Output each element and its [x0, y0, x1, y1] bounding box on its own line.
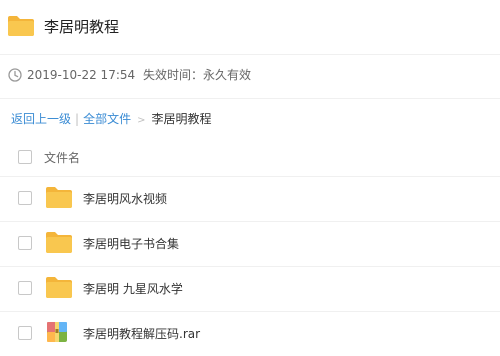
share-header: 李居明教程 — [0, 0, 500, 55]
file-row[interactable]: 李居明风水视频 — [0, 177, 500, 222]
breadcrumb-current: 李居明教程 — [151, 112, 212, 126]
row-checkbox[interactable] — [18, 326, 32, 340]
file-name[interactable]: 李居明电子书合集 — [83, 236, 179, 252]
breadcrumb: 返回上一级 | 全部文件 > 李居明教程 — [11, 111, 211, 129]
file-name[interactable]: 李居明教程解压码.rar — [83, 326, 200, 342]
row-checkbox[interactable] — [18, 281, 32, 295]
row-checkbox[interactable] — [18, 236, 32, 250]
file-list-header: 文件名 — [0, 138, 500, 177]
breadcrumb-arrow: > — [137, 115, 146, 126]
file-row[interactable]: 李居明电子书合集 — [0, 222, 500, 267]
file-row[interactable]: 李居明 九星风水学 — [0, 267, 500, 312]
expire-time: 失效时间：永久有效 — [143, 68, 252, 82]
archive-icon — [45, 320, 69, 348]
clock-icon — [8, 67, 22, 86]
column-header-name[interactable]: 文件名 — [44, 150, 80, 166]
share-date: 2019-10-22 17:54 — [27, 68, 136, 82]
back-link[interactable]: 返回上一级 — [11, 112, 71, 126]
share-meta: 2019-10-22 17:54 失效时间：永久有效 — [0, 55, 500, 99]
breadcrumb-separator: | — [75, 112, 80, 126]
file-name[interactable]: 李居明 九星风水学 — [83, 281, 183, 297]
folder-icon — [45, 275, 73, 303]
folder-icon — [45, 185, 73, 213]
row-checkbox[interactable] — [18, 191, 32, 205]
all-files-link[interactable]: 全部文件 — [83, 112, 131, 126]
select-all-checkbox[interactable] — [18, 150, 32, 164]
file-row[interactable]: 李居明教程解压码.rar — [0, 312, 500, 356]
page-title: 李居明教程 — [44, 18, 120, 36]
folder-icon — [45, 230, 73, 258]
file-name[interactable]: 李居明风水视频 — [83, 191, 167, 207]
folder-icon — [7, 15, 35, 41]
